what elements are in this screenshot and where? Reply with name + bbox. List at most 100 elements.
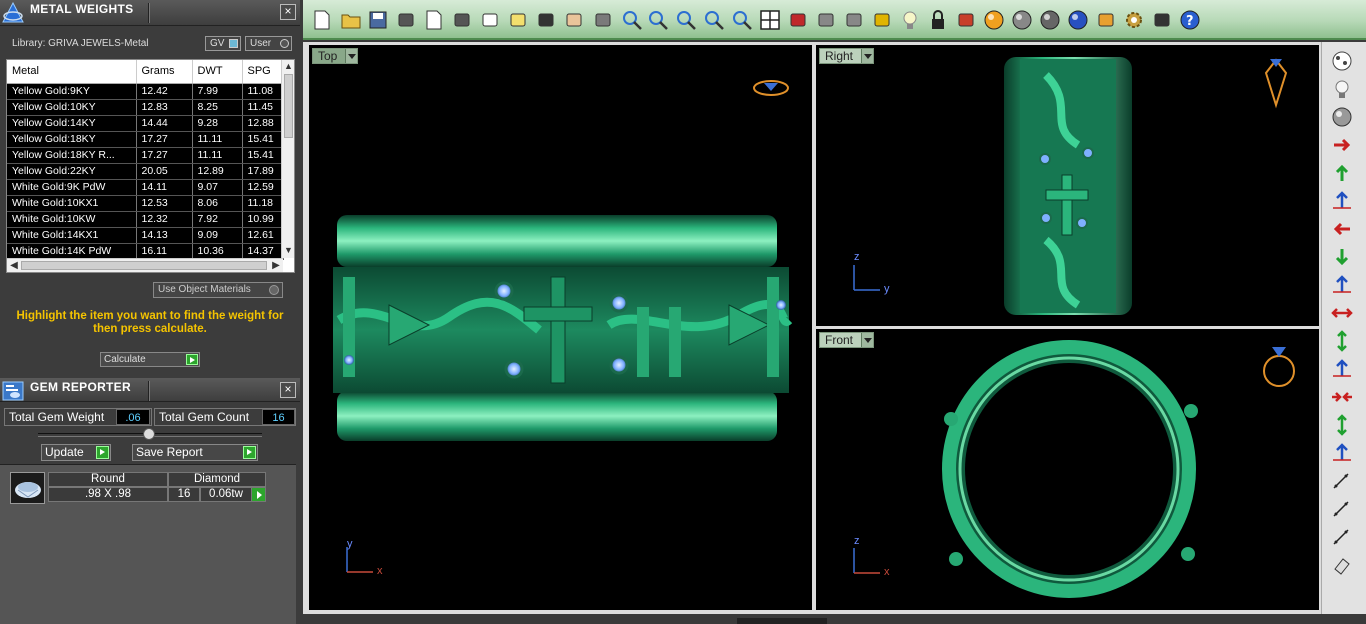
- grams-cell: 17.27: [136, 131, 193, 148]
- column-header-spg[interactable]: SPG: [242, 60, 284, 84]
- sphere-icon[interactable]: [1330, 106, 1354, 128]
- scroll-left-arrow-icon[interactable]: ◀: [8, 259, 20, 272]
- scroll-thumb[interactable]: [284, 74, 293, 138]
- update-go-icon[interactable]: [96, 446, 109, 459]
- rotate-view-icon[interactable]: [592, 9, 614, 31]
- pan-hand-icon[interactable]: [563, 9, 585, 31]
- horizontal-scroll-thumb[interactable]: [21, 261, 267, 270]
- user-toggle[interactable]: User: [245, 36, 292, 51]
- dwt-cell: 8.06: [192, 195, 243, 212]
- gem-thumbnail[interactable]: [10, 472, 45, 504]
- spg-cell: 15.41: [242, 131, 284, 148]
- table-row[interactable]: White Gold:10KX1 12.53 8.06 11.18: [7, 195, 284, 212]
- print-icon[interactable]: [395, 9, 417, 31]
- column-header-metal[interactable]: Metal: [7, 60, 137, 84]
- front-viewport[interactable]: Front z x: [816, 329, 1319, 610]
- update-button[interactable]: Update: [41, 444, 111, 461]
- table-row[interactable]: White Gold:14KX1 14.13 9.09 12.61: [7, 227, 284, 244]
- dimension-icon[interactable]: [1151, 9, 1173, 31]
- table-horizontal-scrollbar[interactable]: ◀ ▶: [7, 258, 283, 272]
- move-up-icon[interactable]: [1330, 162, 1354, 184]
- grid-snap-icon[interactable]: [871, 9, 893, 31]
- table-row[interactable]: Yellow Gold:22KY 20.05 12.89 17.89: [7, 163, 284, 180]
- align-vertical-icon[interactable]: [1330, 358, 1354, 380]
- line-tool-icon[interactable]: [1330, 498, 1354, 520]
- gem-reporter-close-button[interactable]: ×: [280, 382, 296, 398]
- gem-detail-button[interactable]: [251, 487, 266, 502]
- top-viewport[interactable]: Top y x: [309, 45, 812, 610]
- table-row[interactable]: Yellow Gold:9KY 12.42 7.99 11.08: [7, 83, 284, 100]
- eye-icon[interactable]: [815, 9, 837, 31]
- help-icon[interactable]: ?: [1179, 9, 1201, 31]
- save-report-button[interactable]: Save Report: [132, 444, 258, 461]
- calculate-button[interactable]: Calculate: [100, 352, 200, 367]
- line-tool-2-icon[interactable]: [1330, 526, 1354, 548]
- grams-cell: 12.32: [136, 211, 193, 228]
- table-row[interactable]: White Gold:9K PdW 14.11 9.07 12.59: [7, 179, 284, 196]
- stretch-vertical-icon[interactable]: [1330, 414, 1354, 436]
- table-row[interactable]: White Gold:14K PdW 16.11 10.36 14.37: [7, 243, 284, 260]
- car-icon[interactable]: [787, 9, 809, 31]
- cone-light-icon[interactable]: [1095, 9, 1117, 31]
- render-sphere-icon[interactable]: [1011, 9, 1033, 31]
- align-down-icon[interactable]: [1330, 274, 1354, 296]
- shrink-horizontal-icon[interactable]: [1330, 386, 1354, 408]
- scale-vertical-icon[interactable]: [1330, 330, 1354, 352]
- color-wheel-icon[interactable]: [983, 9, 1005, 31]
- metal-weights-close-button[interactable]: ×: [280, 4, 296, 20]
- lock-icon[interactable]: [927, 9, 949, 31]
- undo-icon[interactable]: [535, 9, 557, 31]
- gear-icon[interactable]: [1123, 9, 1145, 31]
- align-center-icon[interactable]: [1330, 442, 1354, 464]
- move-left-icon[interactable]: [1330, 218, 1354, 240]
- move-down-icon[interactable]: [1330, 246, 1354, 268]
- light-bulb-icon[interactable]: [899, 9, 921, 31]
- right-viewport[interactable]: Right z y: [816, 45, 1319, 326]
- save-icon[interactable]: [367, 9, 389, 31]
- view-cube-icon[interactable]: [1330, 50, 1354, 72]
- gv-toggle[interactable]: GV: [205, 36, 241, 51]
- eraser-icon[interactable]: [1330, 554, 1354, 576]
- scale-horizontal-icon[interactable]: [1330, 302, 1354, 324]
- scroll-up-arrow-icon[interactable]: ▲: [283, 61, 294, 73]
- curve-tool-icon[interactable]: [1330, 470, 1354, 492]
- zoom-icon[interactable]: [621, 9, 643, 31]
- table-row[interactable]: Yellow Gold:14KY 14.44 9.28 12.88: [7, 115, 284, 132]
- snap-circle-icon[interactable]: [843, 9, 865, 31]
- scroll-right-arrow-icon[interactable]: ▶: [270, 259, 282, 272]
- library-row: Library: GRIVA JEWELS-Metal GV User: [12, 36, 297, 52]
- table-row[interactable]: Yellow Gold:10KY 12.83 8.25 11.45: [7, 99, 284, 116]
- table-row[interactable]: White Gold:10KW 12.32 7.92 10.99: [7, 211, 284, 228]
- column-header-dwt[interactable]: DWT: [192, 60, 243, 84]
- blue-sphere-icon[interactable]: [1067, 9, 1089, 31]
- table-vertical-scrollbar[interactable]: ▲ ▼: [281, 60, 294, 258]
- new-icon[interactable]: [311, 9, 333, 31]
- book-icon[interactable]: [955, 9, 977, 31]
- calculate-go-icon[interactable]: [186, 354, 198, 365]
- copy-icon[interactable]: [479, 9, 501, 31]
- save-report-go-icon[interactable]: [243, 446, 256, 459]
- dwt-cell: 7.99: [192, 83, 243, 100]
- zoom-extents-icon[interactable]: [675, 9, 697, 31]
- use-object-materials-toggle[interactable]: Use Object Materials: [153, 282, 283, 298]
- align-up-icon[interactable]: [1330, 190, 1354, 212]
- gem-slider-thumb[interactable]: [143, 428, 155, 440]
- gem-reporter-title: GEM REPORTER: [30, 380, 131, 394]
- shaded-sphere-icon[interactable]: [1039, 9, 1061, 31]
- move-right-icon[interactable]: [1330, 134, 1354, 156]
- zoom-selected-icon[interactable]: [703, 9, 725, 31]
- gem-panel-slider[interactable]: [38, 428, 262, 440]
- export-icon[interactable]: [423, 9, 445, 31]
- zoom-dynamic-icon[interactable]: [731, 9, 753, 31]
- scroll-down-arrow-icon[interactable]: ▼: [283, 245, 294, 257]
- light-bulb-icon[interactable]: [1330, 78, 1354, 100]
- table-row[interactable]: Yellow Gold:18KY 17.27 11.11 15.41: [7, 131, 284, 148]
- table-row[interactable]: Yellow Gold:18KY R... 17.27 11.11 15.41: [7, 147, 284, 164]
- metal-weights-table[interactable]: Metal Grams DWT SPG Yellow Gold:9KY 12.42…: [6, 59, 295, 273]
- zoom-window-icon[interactable]: [647, 9, 669, 31]
- four-views-icon[interactable]: [759, 9, 781, 31]
- column-header-grams[interactable]: Grams: [136, 60, 193, 84]
- paste-icon[interactable]: [507, 9, 529, 31]
- cut-icon[interactable]: [451, 9, 473, 31]
- open-icon[interactable]: [340, 9, 362, 31]
